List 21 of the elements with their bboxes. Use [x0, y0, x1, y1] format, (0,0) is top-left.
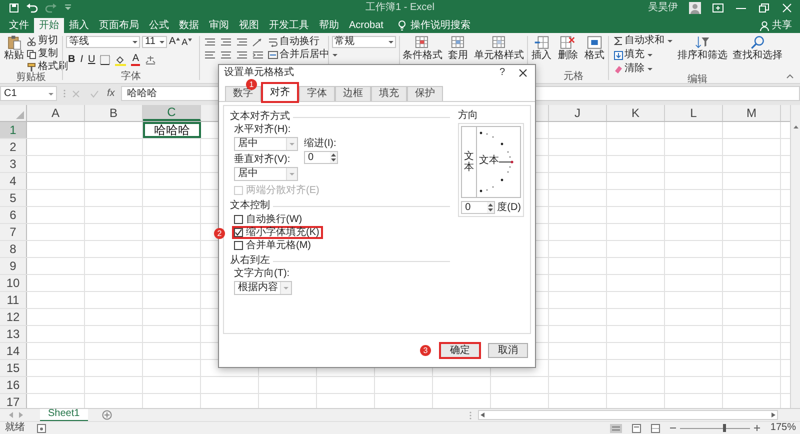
status-text: 就绪	[5, 423, 25, 433]
section-heading: 从右到左	[230, 256, 270, 266]
field-label: 缩进(I):	[304, 139, 338, 151]
section-heading: 方向	[458, 111, 480, 123]
field-label: 文字方向(T):	[234, 269, 291, 281]
step-badge: 1	[246, 79, 257, 90]
field-label: 水平对齐(H):	[234, 125, 292, 137]
section-heading: 文本对齐方式	[230, 112, 290, 122]
window-title: 工作簿1 - Excel	[364, 3, 436, 13]
section-heading: 文本控制	[230, 201, 270, 211]
step-badge: 3	[420, 345, 431, 356]
step-badge: 2	[214, 228, 225, 239]
dial-text-sample: 文本	[479, 156, 500, 166]
field-label: 度(D)	[497, 202, 521, 212]
group-label: 编辑	[687, 75, 708, 85]
dialog-title: 设置单元格格式	[224, 68, 294, 78]
field-label: 垂直对齐(V):	[234, 155, 292, 167]
group-label: 剪贴板	[16, 73, 46, 83]
user-name: 吴昊伊	[648, 3, 678, 13]
group-label: 元格	[564, 72, 584, 82]
group-label: 字体	[120, 72, 141, 82]
